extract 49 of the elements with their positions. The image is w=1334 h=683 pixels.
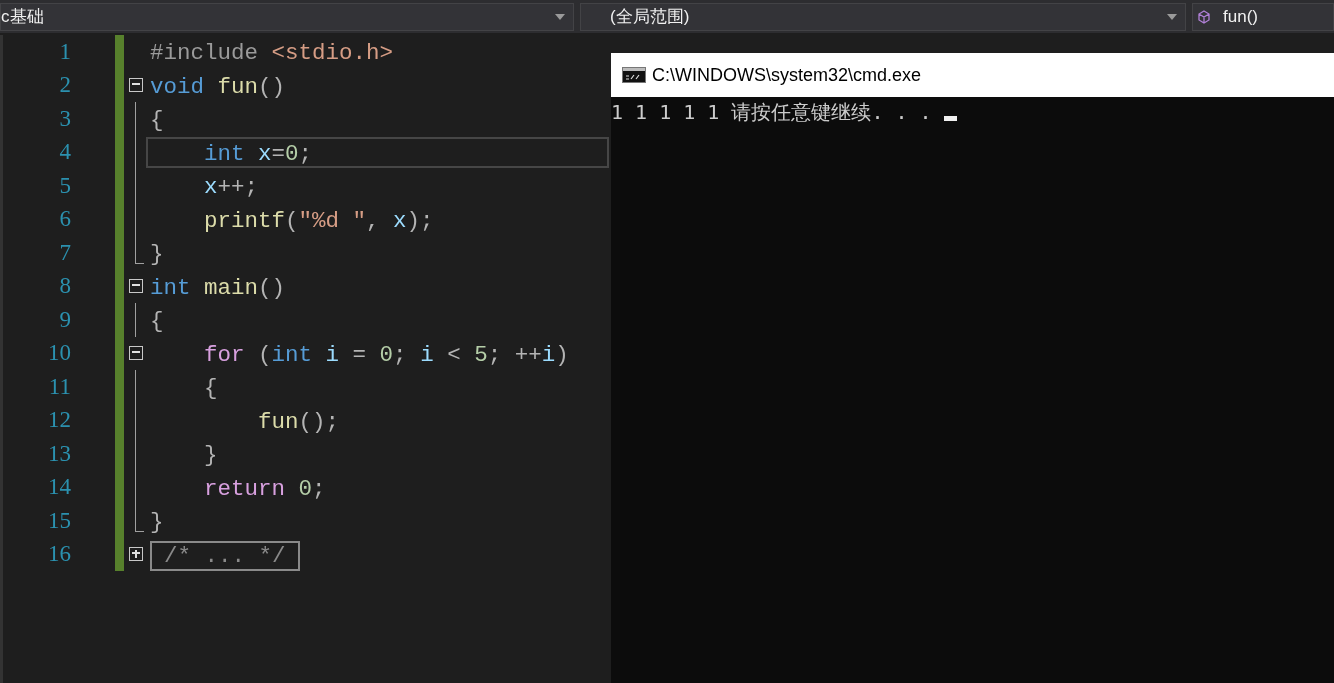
line-number: 5 xyxy=(58,172,71,199)
line-number: 15 xyxy=(47,507,71,534)
window-title: C:\WINDOWS\system32\cmd.exe xyxy=(652,64,922,86)
code-line: x++; xyxy=(203,173,260,202)
code-line: } xyxy=(203,441,219,470)
fold-guide-end xyxy=(135,504,144,532)
caret-icon xyxy=(1167,13,1177,20)
collapse-icon[interactable] xyxy=(129,278,143,293)
code-line: #include <stdio.h> xyxy=(149,39,395,68)
cursor-icon xyxy=(943,115,957,121)
scope-dropdown[interactable]: (全局范围) xyxy=(580,2,1186,31)
terminal-icon xyxy=(622,67,646,83)
line-number: 13 xyxy=(47,440,71,467)
code-line: fun(); xyxy=(257,407,341,436)
collapse-icon[interactable] xyxy=(129,77,143,92)
line-number: 4 xyxy=(58,139,71,166)
line-number: 16 xyxy=(47,541,71,568)
line-number: 1 xyxy=(58,38,71,65)
code-line: } xyxy=(149,508,165,537)
line-number: 6 xyxy=(58,206,71,233)
line-number: 3 xyxy=(58,105,71,132)
line-number: 12 xyxy=(47,407,71,434)
line-number: 9 xyxy=(58,306,71,333)
code-line: { xyxy=(149,106,165,135)
code-line: } xyxy=(149,240,165,269)
fold-guide-end xyxy=(135,236,144,264)
line-number: 7 xyxy=(58,239,71,266)
code-line: int main() xyxy=(149,273,287,302)
code-line: { xyxy=(149,307,165,336)
line-number: 2 xyxy=(58,72,71,99)
expand-icon[interactable] xyxy=(129,546,143,561)
collapse-icon[interactable] xyxy=(129,345,143,360)
change-marker xyxy=(115,35,124,69)
line-number: 14 xyxy=(47,474,71,501)
console-output: 1 1 1 1 1 请按任意键继续. . . xyxy=(611,98,933,126)
code-line: printf("%d ", x); xyxy=(203,206,435,235)
member-dropdown[interactable]: fun() xyxy=(1192,2,1334,31)
code-line: return 0; xyxy=(203,474,327,503)
caret-icon xyxy=(555,13,565,20)
code-line: void fun() xyxy=(149,72,287,101)
code-line: { xyxy=(203,374,219,403)
change-marker xyxy=(115,537,124,571)
cube-icon xyxy=(1197,9,1211,24)
line-number: 11 xyxy=(47,373,71,400)
line-number: 8 xyxy=(58,273,71,300)
project-dropdown[interactable]: c基础 xyxy=(0,2,574,31)
fold-guide xyxy=(135,303,136,337)
line-number: 10 xyxy=(47,340,71,367)
code-line: for (int i = 0; i < 5; ++i) xyxy=(203,340,570,369)
